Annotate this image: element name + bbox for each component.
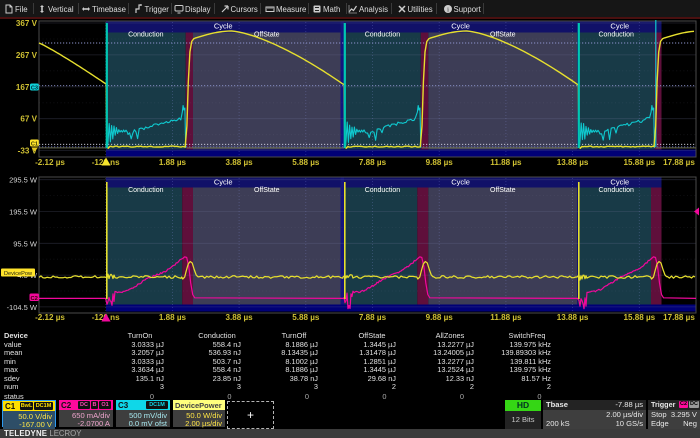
svg-text:5.88 µs: 5.88 µs (292, 313, 320, 322)
svg-text:3.88 µs: 3.88 µs (226, 313, 254, 322)
svg-text:9.88 µs: 9.88 µs (426, 313, 454, 322)
svg-text:95.5 W: 95.5 W (13, 239, 38, 248)
svg-text:Conduction: Conduction (598, 187, 634, 194)
svg-text:15.88 µs: 15.88 µs (623, 158, 655, 167)
svg-text:OffState: OffState (490, 187, 516, 194)
svg-text:Cycle: Cycle (610, 22, 629, 31)
svg-text:Conduction: Conduction (128, 31, 164, 38)
svg-text:C3: C3 (31, 86, 38, 92)
svg-text:5.88 µs: 5.88 µs (292, 158, 320, 167)
svg-text:Cycle: Cycle (451, 177, 470, 186)
svg-text:Conduction: Conduction (128, 187, 164, 194)
svg-text:C1: C1 (31, 142, 38, 148)
svg-text:13.88 µs: 13.88 µs (557, 158, 589, 167)
svg-text:295.5 W: 295.5 W (9, 176, 38, 185)
svg-text:Cycle: Cycle (610, 177, 629, 186)
svg-text:Conduction: Conduction (365, 31, 401, 38)
svg-text:13.88 µs: 13.88 µs (557, 313, 589, 322)
svg-text:17.88 µs: 17.88 µs (663, 313, 695, 322)
svg-text:11.88 µs: 11.88 µs (490, 158, 522, 167)
svg-text:Cycle: Cycle (451, 22, 470, 31)
svg-text:1.88 µs: 1.88 µs (159, 158, 187, 167)
svg-text:9.88 µs: 9.88 µs (426, 158, 454, 167)
svg-text:7.88 µs: 7.88 µs (359, 158, 387, 167)
svg-text:-2.12 µs: -2.12 µs (35, 313, 65, 322)
svg-text:Cycle: Cycle (214, 22, 233, 31)
svg-text:17.88 µs: 17.88 µs (663, 158, 695, 167)
svg-text:i: i (447, 6, 449, 13)
svg-text:OffState: OffState (254, 187, 280, 194)
svg-text:C2: C2 (30, 296, 37, 302)
svg-text:267 V: 267 V (16, 51, 38, 60)
svg-text:-2.12 µs: -2.12 µs (35, 158, 65, 167)
svg-text:1.88 µs: 1.88 µs (159, 313, 187, 322)
svg-text:3.88 µs: 3.88 µs (226, 158, 254, 167)
svg-text:Cycle: Cycle (214, 177, 233, 186)
svg-text:DevicePow: DevicePow (4, 271, 33, 277)
svg-text:67 V: 67 V (20, 115, 37, 124)
svg-text:11.88 µs: 11.88 µs (490, 313, 522, 322)
svg-text:367 V: 367 V (16, 19, 38, 28)
svg-text:15.88 µs: 15.88 µs (623, 313, 655, 322)
svg-text:Conduction: Conduction (598, 31, 634, 38)
svg-text:195.5 W: 195.5 W (9, 208, 38, 217)
svg-text:-104.5 W: -104.5 W (7, 303, 38, 312)
svg-text:7.88 µs: 7.88 µs (359, 313, 387, 322)
svg-text:Conduction: Conduction (365, 187, 401, 194)
